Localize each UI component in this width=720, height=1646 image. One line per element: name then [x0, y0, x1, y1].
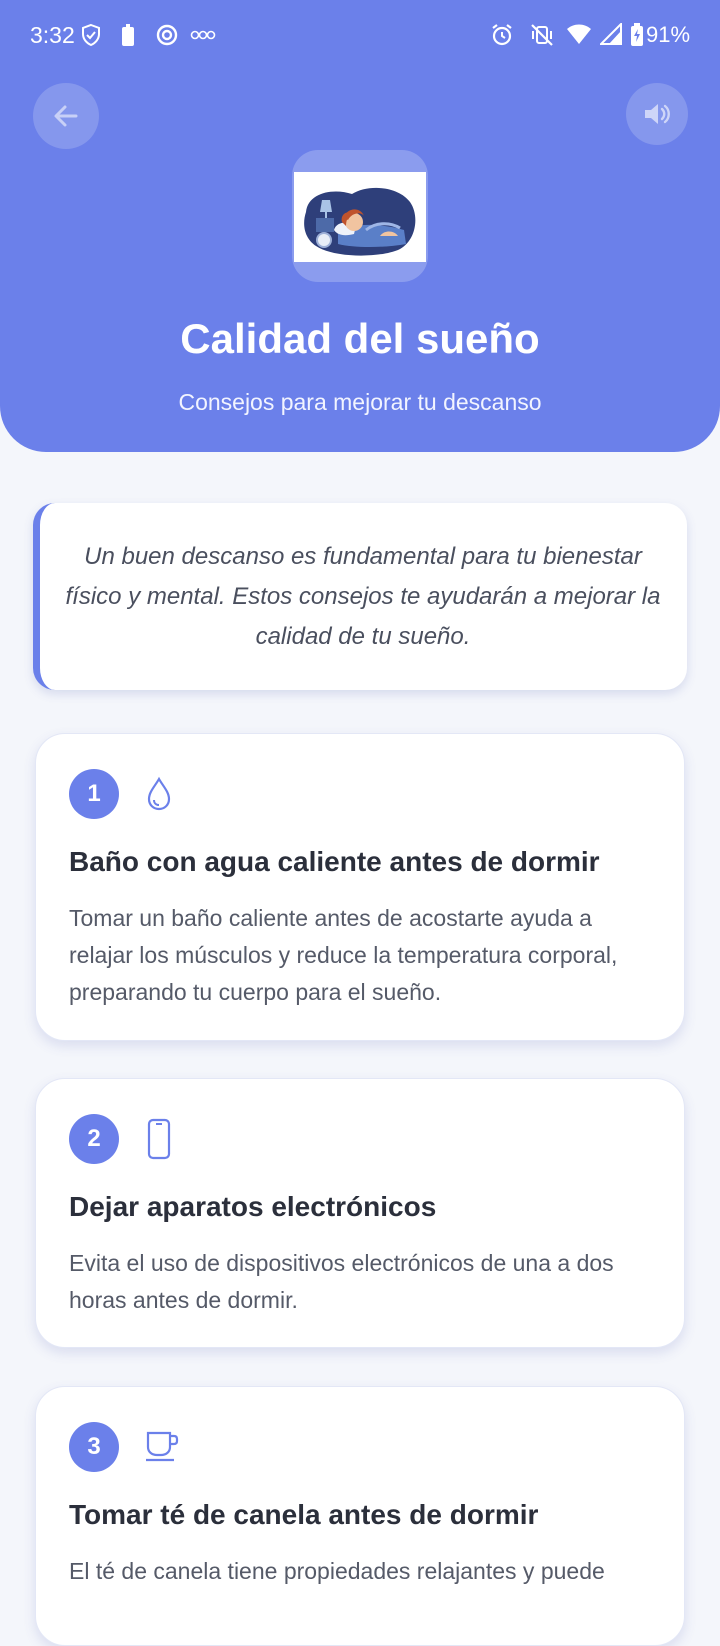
tip-card-1[interactable]: 1 Baño con agua caliente antes de dormir… [35, 733, 685, 1041]
tip-body: El té de canela tiene propiedades relaja… [69, 1558, 605, 1584]
tip-number-badge: 2 [69, 1114, 119, 1164]
page-title: Calidad del sueño [180, 315, 540, 362]
tip-body: Tomar un baño caliente antes de acostart… [69, 905, 618, 1005]
status-time: 3:32 [30, 22, 75, 48]
smartphone-icon [147, 1118, 171, 1160]
arrow-left-icon [54, 105, 78, 127]
target-icon [156, 24, 178, 46]
signal-icon [600, 23, 622, 45]
tip-card-2[interactable]: 2 Dejar aparatos electrónicos Evita el u… [35, 1078, 685, 1348]
speaker-icon [645, 104, 670, 124]
wifi-icon [567, 24, 591, 44]
tea-cup-icon [146, 1431, 179, 1462]
battery-percent: 91% [646, 22, 691, 47]
intro-text: Un buen descanso es fundamental para tu … [65, 543, 661, 650]
status-bar: 3:32 91% [0, 0, 720, 74]
dots-icon [190, 30, 216, 40]
battery-icon [631, 23, 643, 46]
tip-number-badge: 1 [69, 769, 119, 819]
tip-title: Dejar aparatos electrónicos [69, 1191, 437, 1222]
shield-icon [82, 23, 100, 47]
back-button[interactable] [33, 83, 99, 149]
tip-body: Evita el uso de dispositivos electrónico… [69, 1250, 614, 1313]
water-drop-icon [147, 776, 171, 811]
tip-title: Baño con agua caliente antes de dormir [69, 846, 600, 877]
alarm-icon [492, 24, 512, 46]
tip-card-3[interactable]: 3 Tomar té de canela antes de dormir El … [35, 1386, 685, 1646]
sleep-illustration [294, 172, 426, 262]
page-subtitle: Consejos para mejorar tu descanso [178, 389, 542, 415]
battery-saver-icon [122, 24, 134, 46]
tip-number-badge: 3 [69, 1422, 119, 1472]
vibrate-off-icon [531, 24, 553, 46]
sound-button[interactable] [626, 83, 688, 145]
tip-title: Tomar té de canela antes de dormir [69, 1499, 539, 1530]
